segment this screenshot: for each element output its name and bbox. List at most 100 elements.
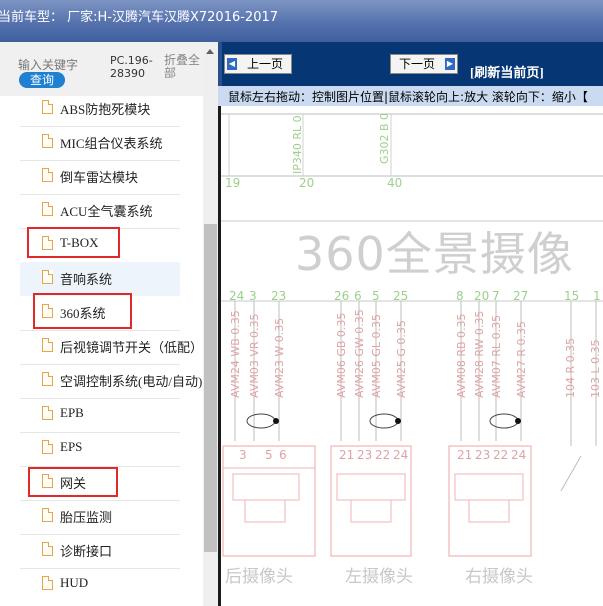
- tree-item-eps[interactable]: EPS: [20, 432, 180, 466]
- document-icon: [42, 508, 53, 522]
- search-bar: 输入关键字 查询 PC.196-28390 折叠全部: [0, 42, 218, 96]
- highlight-box-gateway: [28, 467, 118, 497]
- prev-page-button[interactable]: ◀ 上一页: [224, 54, 292, 74]
- wire-code: AVM08 RB 0.35: [455, 313, 468, 398]
- hint-text: 鼠标左右拖动：控制图片位置|鼠标滚轮向上:放大 滚轮向下：缩小【: [228, 90, 588, 104]
- next-page-label: 下一页: [398, 57, 435, 71]
- tree-item-mirror-switch[interactable]: 后视镜调节开关（低配）: [20, 330, 203, 364]
- fold-all-button[interactable]: 折叠全部: [164, 54, 200, 80]
- pin-number: 26: [334, 289, 350, 303]
- vehicle-title: 当前车型： 厂家:H-汉腾汽车汉腾X72016-2017: [0, 10, 279, 25]
- connector-pin: 21: [457, 448, 473, 462]
- camera-label-right: 右摄像头: [465, 567, 533, 587]
- tree-item-hud[interactable]: HUD: [20, 568, 180, 602]
- tree-item-label: MIC组合仪表系统: [60, 136, 163, 151]
- tree-item-label: EPS: [60, 439, 83, 454]
- left-scrollbar[interactable]: [203, 42, 218, 606]
- wire-code: AVM23 W 0.35: [273, 317, 286, 398]
- pin-number: 23: [271, 289, 287, 303]
- document-icon: [42, 372, 53, 386]
- wire-code: AVM24 WB 0.35: [229, 310, 242, 398]
- top-number: 19: [225, 176, 241, 190]
- tree-item-label: 诊断接口: [60, 544, 113, 559]
- tree-item-ac-control[interactable]: 空调控制系统(电动/自动): [20, 364, 202, 398]
- left-panel: 输入关键字 查询 PC.196-28390 折叠全部 ABS防抱死模块 MIC组…: [0, 42, 218, 606]
- tree-item-epb[interactable]: EPB: [20, 398, 180, 432]
- pin-number: 1: [593, 289, 601, 303]
- pin-number: 8: [456, 289, 464, 303]
- connector-pin: 24: [393, 448, 409, 462]
- tree-item-label: HUD: [60, 575, 89, 590]
- document-icon: [42, 168, 53, 182]
- title-bar: 当前车型： 厂家:H-汉腾汽车汉腾X72016-2017: [0, 0, 603, 42]
- tree-item-label: 后视镜调节开关（低配）: [60, 340, 204, 355]
- tree-item-acu[interactable]: ACU全气囊系统: [20, 194, 180, 228]
- wiring-diagram[interactable]: IP340 RL 0 G302 B 0 19 20 40 360全景摄像 24 …: [218, 106, 603, 606]
- tree-item-diagnostic[interactable]: 诊断接口: [20, 534, 180, 568]
- pin-number: 24: [229, 289, 245, 303]
- prev-page-label: 上一页: [246, 57, 283, 71]
- wire-code: AVM03 VR 0.35: [248, 313, 261, 399]
- hint-bar: 鼠标左右拖动：控制图片位置|鼠标滚轮向上:放大 滚轮向下：缩小【: [218, 86, 603, 107]
- document-icon: [42, 406, 53, 420]
- tree-item-label: EPB: [60, 405, 84, 420]
- diagram-title: 360全景摄像: [295, 227, 574, 281]
- wire-code: AVM28 RW 0.35: [473, 310, 486, 398]
- pin-number: 7: [492, 289, 500, 303]
- pin-number: 5: [372, 289, 380, 303]
- pin-number: 3: [249, 289, 257, 303]
- connector-pin: 24: [511, 448, 527, 462]
- connector-pin: 5: [265, 448, 273, 462]
- page-nav-bar: ◀ 上一页 下一页 ▶ [刷新当前页]: [218, 42, 603, 86]
- tree-item-parking-radar[interactable]: 倒车雷达模块: [20, 160, 180, 194]
- tree-item-mic[interactable]: MIC组合仪表系统: [20, 126, 180, 160]
- connector-pin: 21: [339, 448, 355, 462]
- tree-item-abs[interactable]: ABS防抱死模块: [20, 92, 180, 126]
- pin-number: 27: [513, 289, 529, 303]
- scroll-thumb[interactable]: [204, 224, 217, 552]
- pin-number: 15: [564, 289, 580, 303]
- wire-code: 104 R 0.35: [564, 337, 577, 398]
- next-page-button[interactable]: 下一页 ▶: [390, 54, 458, 74]
- tree-item-label: 倒车雷达模块: [60, 170, 139, 185]
- arrow-right-icon: ▶: [445, 58, 455, 70]
- top-number: 20: [299, 176, 315, 190]
- document-icon: [42, 270, 53, 284]
- wire-code: AVM25 G 0.35: [395, 320, 408, 398]
- highlight-box-tbox: [27, 227, 120, 258]
- tree-item-audio[interactable]: 音响系统: [20, 262, 180, 296]
- document-icon: [42, 542, 53, 556]
- wire-code: AVM27 R 0.35: [515, 321, 528, 398]
- tree-item-label: 音响系统: [60, 272, 113, 287]
- wire-code: AVM26 GW 0.35: [353, 309, 366, 398]
- pin-number: 6: [354, 289, 362, 303]
- camera-label-left: 左摄像头: [345, 567, 413, 587]
- keyword-input[interactable]: 输入关键字: [18, 56, 78, 73]
- tree-item-label: 胎压监测: [60, 510, 113, 525]
- refresh-page-link[interactable]: [刷新当前页]: [470, 62, 544, 81]
- arrow-left-icon: ◀: [227, 58, 237, 70]
- connector-pin: 22: [375, 448, 391, 462]
- tree-item-label: 空调控制系统(电动/自动): [60, 374, 203, 389]
- right-panel: ◀ 上一页 下一页 ▶ [刷新当前页] 鼠标左右拖动：控制图片位置|鼠标滚轮向上…: [218, 42, 603, 606]
- pin-number: 25: [393, 289, 409, 303]
- document-icon: [42, 338, 53, 352]
- pc-label: PC.196-28390: [110, 54, 153, 80]
- tree-item-tpms[interactable]: 胎压监测: [20, 500, 180, 534]
- top-wire-code: IP340 RL 0: [291, 115, 304, 174]
- connector-pin: 6: [279, 448, 287, 462]
- wire-code: AVM06 GB 0.35: [335, 312, 348, 398]
- scroll-up-arrow-icon[interactable]: [203, 46, 218, 58]
- top-number: 40: [387, 176, 403, 190]
- document-icon: [42, 202, 53, 216]
- connector-pin: 23: [357, 448, 373, 462]
- document-icon: [42, 100, 53, 114]
- camera-label-rear: 后摄像头: [225, 567, 293, 587]
- top-wire-code: G302 B 0: [378, 112, 391, 164]
- wire-code: AVM05 GL 0.35: [370, 314, 383, 398]
- query-button[interactable]: 查询: [19, 72, 65, 88]
- connector-pin: 3: [239, 448, 247, 462]
- pin-number: 20: [474, 289, 490, 303]
- connector-pin: 22: [493, 448, 509, 462]
- wire-code: 103 L 0.35: [589, 339, 602, 398]
